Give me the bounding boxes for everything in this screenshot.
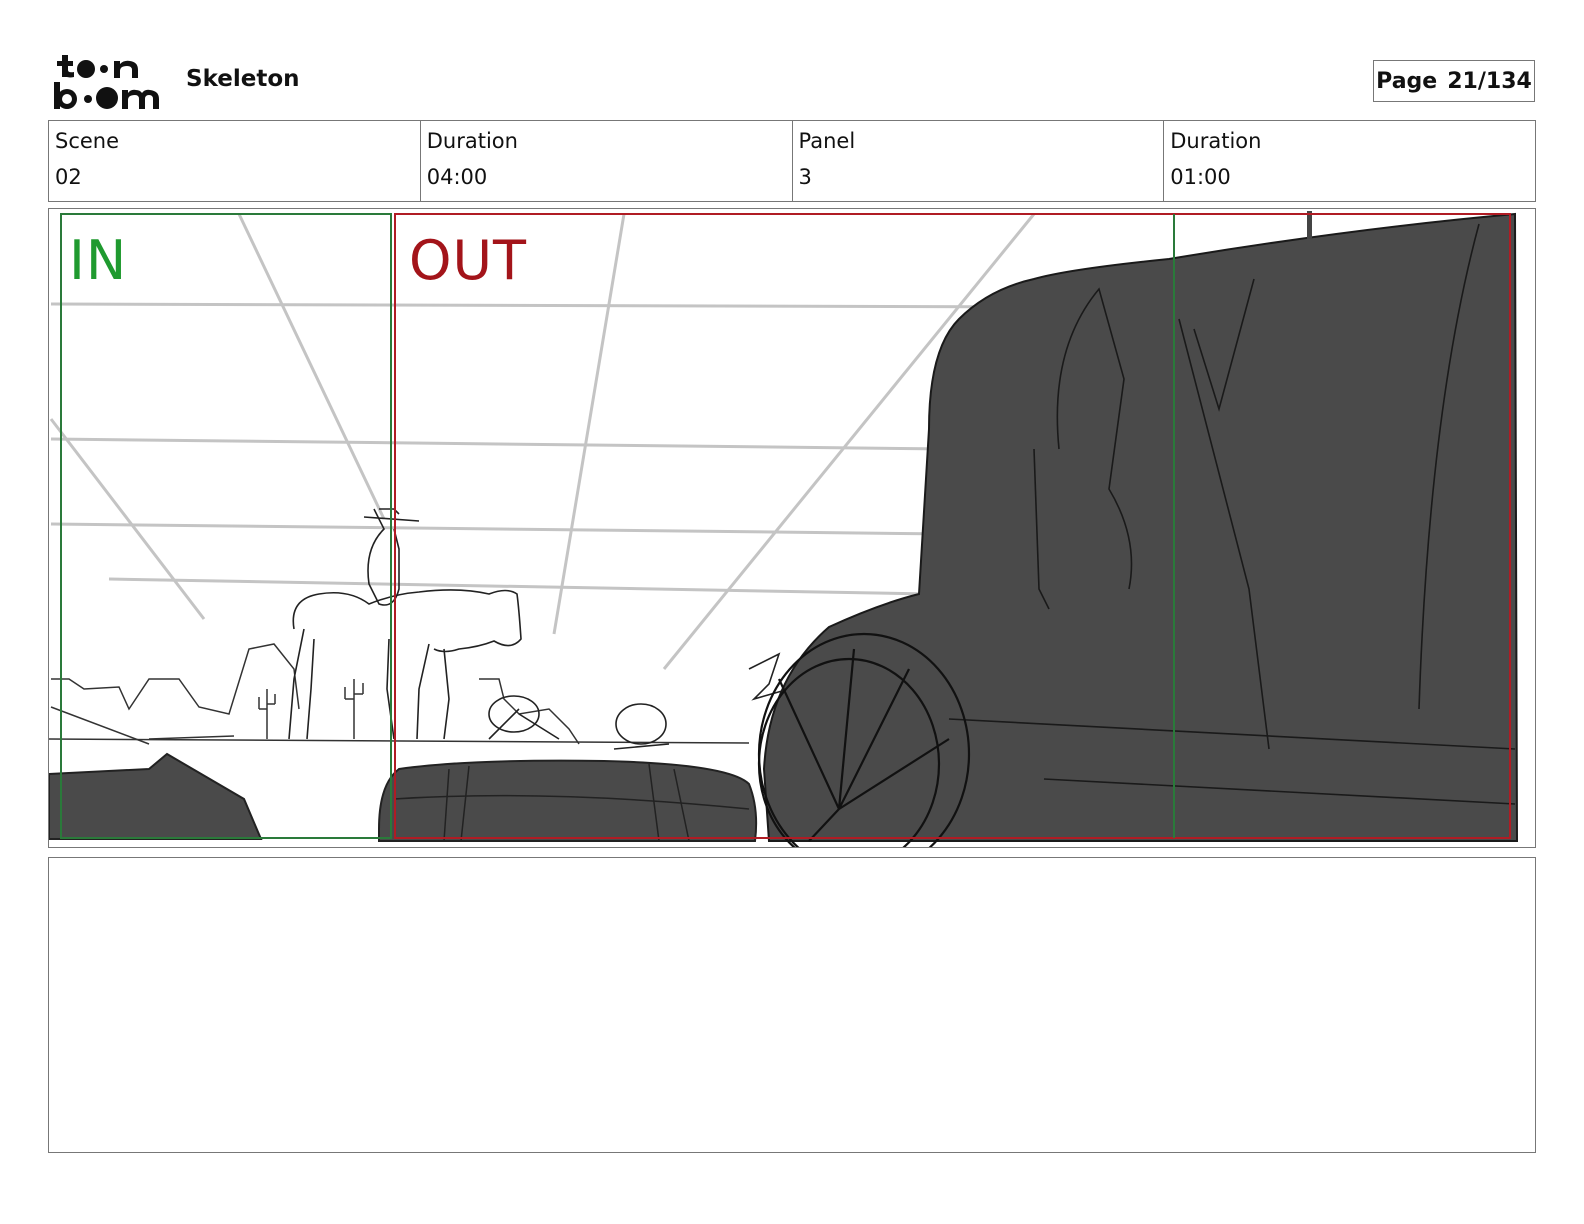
storyboard-sketch (49, 209, 1535, 847)
scene-duration-cell: Duration 04:00 (421, 121, 793, 201)
panel-cell: Panel 3 (793, 121, 1165, 201)
toon-boom-logo (52, 52, 164, 112)
page-value: 21/134 (1447, 68, 1532, 94)
scene-duration-label: Duration (426, 129, 518, 153)
scene-cell: Scene 02 (49, 121, 421, 201)
page-indicator: Page 21/134 (1373, 60, 1535, 102)
panel-label: Panel (798, 129, 856, 153)
in-marker-label: IN (69, 229, 128, 292)
storyboard-panel: IN OUT (48, 208, 1536, 848)
scene-label: Scene (55, 129, 120, 153)
scene-duration-value: 04:00 (426, 165, 488, 189)
out-marker-label: OUT (409, 229, 528, 292)
panel-notes-box[interactable] (48, 857, 1536, 1153)
panel-duration-value: 01:00 (1170, 165, 1231, 189)
panel-info-row: Scene 02 Duration 04:00 Panel 3 Duration… (48, 120, 1536, 202)
panel-value: 3 (798, 165, 812, 189)
panel-duration-cell: Duration 01:00 (1164, 121, 1535, 201)
page-label: Page (1376, 68, 1438, 94)
project-title: Skeleton (186, 66, 300, 92)
scene-value: 02 (55, 165, 82, 189)
panel-duration-label: Duration (1170, 129, 1262, 153)
